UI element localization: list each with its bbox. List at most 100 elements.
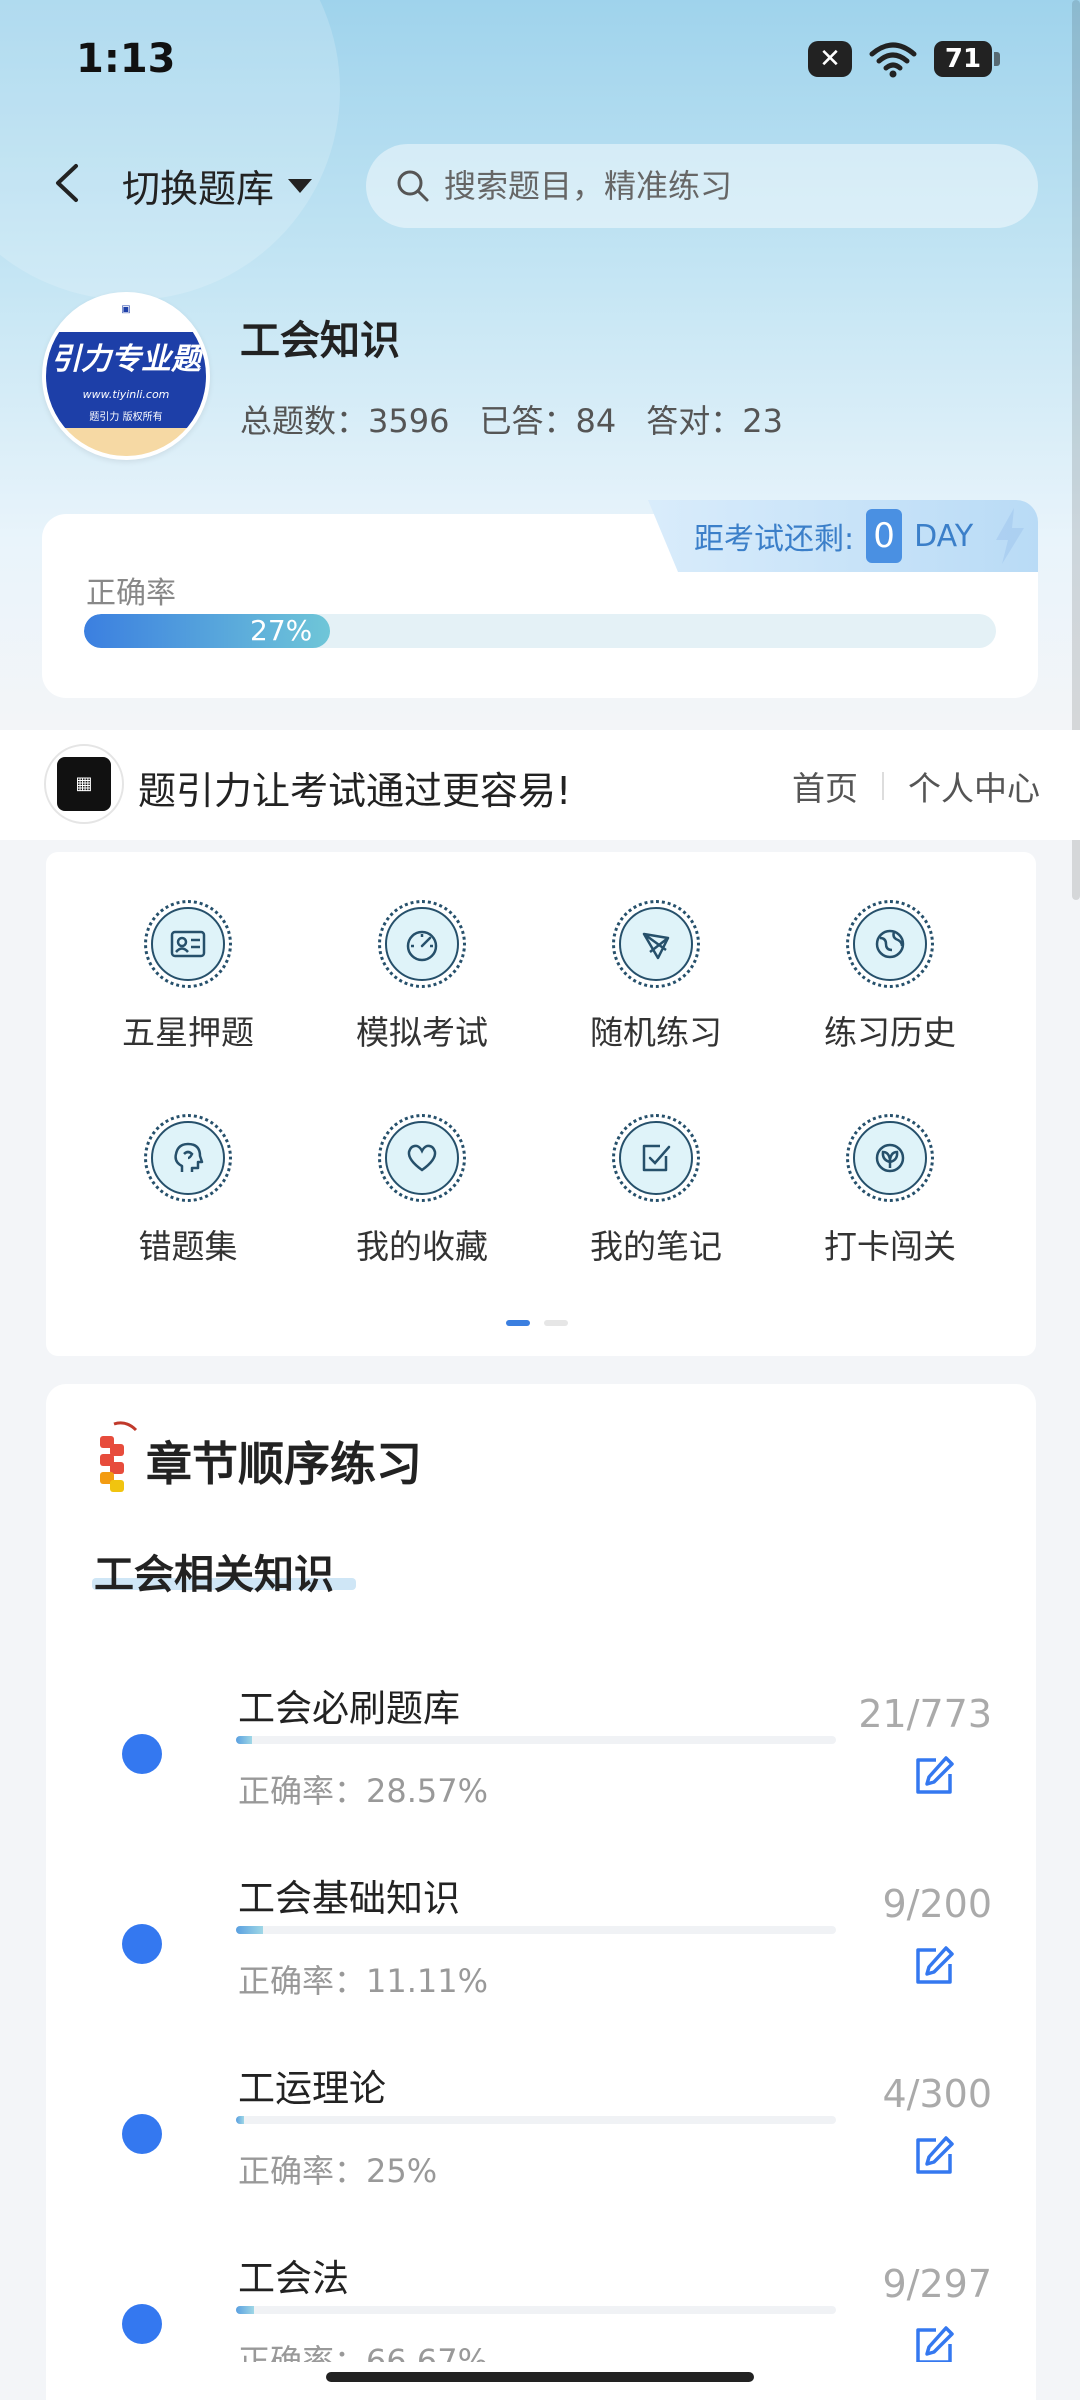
profile-link[interactable]: 个人中心	[908, 762, 1040, 810]
countdown-days: 0	[866, 509, 903, 563]
search-icon	[397, 170, 429, 202]
no-sim-icon: ✕	[808, 41, 852, 77]
logo-stripe	[46, 428, 206, 456]
globe-icon	[853, 907, 927, 981]
chapter-progress-fill	[236, 2116, 244, 2124]
chapter-rate: 正确率：66.67%	[238, 2342, 489, 2362]
lightning-icon	[996, 508, 1024, 564]
bank-logo: ▣ 引力专业题 www.tiyinli.com 题引力 版权所有	[42, 292, 210, 460]
promo-links: 首页 个人中心	[792, 762, 1040, 810]
page-dot[interactable]	[544, 1320, 568, 1326]
chapter-progress-fill	[236, 2306, 254, 2314]
switch-bank-button[interactable]: 切换题库	[122, 158, 313, 213]
exam-countdown: 距考试还剩: 0 DAY	[648, 500, 1038, 572]
chapter-row[interactable]: 工会基础知识 正确率：11.11% 9/200	[46, 1858, 1036, 2048]
chapter-progress-fill	[236, 1736, 253, 1744]
ring	[144, 1114, 232, 1202]
head-icon	[151, 1121, 225, 1195]
home-link[interactable]: 首页	[792, 762, 858, 810]
home-indicator[interactable]	[326, 2372, 754, 2382]
grid-item-wrong-set[interactable]: 错题集	[88, 1114, 288, 1268]
logo-brand: 引力专业题	[51, 342, 201, 377]
link-divider	[882, 772, 884, 800]
bank-title: 工会知识	[240, 318, 400, 364]
grid-label: 我的笔记	[590, 1227, 722, 1266]
grid-label: 练习历史	[824, 1013, 956, 1052]
promo-bar: ▦ 题引力让考试通过更容易! 首页 个人中心	[0, 730, 1080, 840]
id-card-icon	[151, 907, 225, 981]
grid-item-check-in[interactable]: 打卡闯关	[790, 1114, 990, 1268]
countdown-label: 距考试还剩:	[694, 522, 855, 557]
accuracy-progress-fill: 27%	[84, 614, 331, 648]
accuracy-percent: 27%	[250, 614, 313, 647]
chapter-count: 21/773	[858, 1692, 992, 1736]
edit-icon[interactable]	[912, 1944, 956, 1988]
chapter-progress-track	[236, 1736, 836, 1744]
chapter-name: 工会必刷题库	[238, 1687, 460, 1730]
grid-label: 我的收藏	[356, 1227, 488, 1266]
logo-url: www.tiyinli.com	[82, 388, 170, 401]
stat-total: 总题数：3596	[240, 402, 450, 440]
battery-level: 71	[934, 41, 992, 77]
grid-label: 五星押题	[122, 1013, 254, 1052]
chapter-row[interactable]: 工会法 正确率：66.67% 9/297	[46, 2238, 1036, 2362]
status-icons: ✕ 71	[808, 40, 1000, 78]
chapter-progress-track	[236, 1926, 836, 1934]
search-bar[interactable]	[366, 144, 1038, 228]
search-input[interactable]	[444, 167, 1004, 205]
chapter-name: 工运理论	[238, 2067, 386, 2110]
ring	[612, 1114, 700, 1202]
chapter-count: 9/200	[882, 1882, 992, 1926]
chapter-row[interactable]: 工运理论 正确率：25% 4/300	[46, 2048, 1036, 2238]
grid-item-notes[interactable]: 我的笔记	[556, 1114, 756, 1268]
chapter-name: 工会法	[238, 2257, 349, 2300]
wifi-icon	[869, 42, 917, 78]
heart-icon	[385, 1121, 459, 1195]
chapter-dot	[122, 2114, 162, 2154]
accuracy-progress-track: 27%	[84, 614, 996, 648]
chapter-dot	[122, 1924, 162, 1964]
chapter-title: 章节顺序练习	[146, 1437, 422, 1491]
ring	[144, 900, 232, 988]
logo-mark: ▣	[121, 304, 131, 315]
ring	[378, 1114, 466, 1202]
grid-item-mock-exam[interactable]: 模拟考试	[322, 900, 522, 1054]
edit-icon[interactable]	[912, 2134, 956, 2178]
chapter-dot	[122, 1734, 162, 1774]
stat-correct: 答对：23	[646, 402, 783, 440]
grid-item-history[interactable]: 练习历史	[790, 900, 990, 1054]
ring	[378, 900, 466, 988]
page-indicator	[506, 1320, 568, 1326]
battery-icon: 71	[934, 41, 1000, 77]
bank-stats: 总题数：3596 已答：84 答对：23	[240, 396, 783, 442]
shuffle-icon	[619, 907, 693, 981]
promo-logo: ▦	[44, 744, 124, 824]
grid-label: 错题集	[138, 1227, 238, 1266]
grid-item-five-star[interactable]: 五星押题	[88, 900, 288, 1054]
chapter-rate: 正确率：28.57%	[238, 1772, 489, 1810]
ring	[846, 1114, 934, 1202]
note-check-icon	[619, 1121, 693, 1195]
chapter-progress-fill	[236, 1926, 263, 1934]
grid-label: 打卡闯关	[824, 1227, 956, 1266]
grid-item-random-practice[interactable]: 随机练习	[556, 900, 756, 1054]
back-arrow-icon[interactable]	[44, 158, 94, 208]
edit-icon[interactable]	[912, 2324, 956, 2362]
ring	[846, 900, 934, 988]
page-dot-active[interactable]	[506, 1320, 530, 1326]
chapter-count: 4/300	[882, 2072, 992, 2116]
firecracker-icon	[100, 1421, 138, 1492]
section-title: 工会相关知识	[94, 1552, 334, 1598]
chapter-row[interactable]: 工会必刷题库 正确率：28.57% 21/773	[46, 1668, 1036, 1858]
grid-label: 随机练习	[590, 1013, 722, 1052]
caret-down-icon	[288, 178, 313, 193]
chapter-progress-track	[236, 2116, 836, 2124]
status-bar: 1:13 ✕ 71	[0, 0, 1080, 130]
chapter-header: 章节顺序练习	[92, 1418, 422, 1504]
grid-item-favorites[interactable]: 我的收藏	[322, 1114, 522, 1268]
grid-label: 模拟考试	[356, 1013, 488, 1052]
status-time: 1:13	[76, 36, 176, 82]
edit-icon[interactable]	[912, 1754, 956, 1798]
chapter-rate: 正确率：25%	[238, 2152, 438, 2190]
logo-owner: 题引力 版权所有	[89, 412, 163, 423]
